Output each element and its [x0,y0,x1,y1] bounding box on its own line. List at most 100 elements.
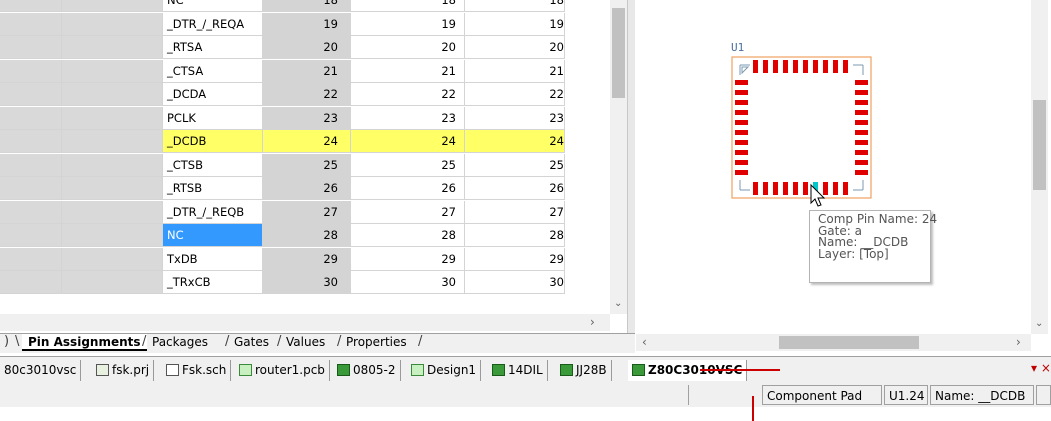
table-row[interactable]: _DCDB 24 24 24 [0,130,610,154]
pad-number-cell[interactable]: 28 [351,224,465,247]
pad-right[interactable] [855,80,868,85]
pad-number-cell[interactable]: 27 [351,200,465,224]
pin-name-cell[interactable]: NC [163,224,263,247]
pad-top[interactable] [793,60,798,73]
pin-value-cell[interactable]: 27 [465,200,565,224]
pin-number-cell[interactable]: 19 [263,12,351,36]
pad-number-cell[interactable]: 21 [351,59,465,83]
table-row[interactable]: _DTR_/_REQA 19 19 19 [0,12,610,37]
pad-right[interactable] [855,130,868,135]
pin-value-cell[interactable]: 22 [465,83,565,106]
pad-right[interactable] [855,150,868,155]
pad-number-cell[interactable]: 22 [351,83,465,106]
pin-name-cell[interactable]: _CTSA [163,59,263,83]
pin-number-cell[interactable]: 20 [263,36,351,59]
tab-gates[interactable]: Gates [228,334,275,351]
scroll-right-arrow-icon[interactable]: › [590,315,595,329]
pad-bottom[interactable] [843,182,848,195]
pcb-canvas[interactable]: U1 [636,0,1031,334]
pad-number-cell[interactable]: 20 [351,36,465,59]
pad-number-cell[interactable]: 26 [351,177,465,200]
pad-right[interactable] [855,160,868,165]
pin-name-cell[interactable]: _RTSB [163,177,263,200]
pin-name-cell[interactable]: _DCDB [163,130,263,153]
pin-value-cell[interactable]: 19 [465,12,565,36]
pad-top[interactable] [753,60,758,73]
pad-right[interactable] [855,170,868,175]
pad-left[interactable] [735,140,748,145]
table-row[interactable]: _DCDA 22 22 22 [0,83,610,107]
doc-tab-fsk-sch[interactable]: Fsk.sch [162,360,232,381]
pad-bottom[interactable] [783,182,788,195]
pad-left[interactable] [735,100,748,105]
table-row[interactable]: TxDB 29 29 29 [0,247,610,272]
pad-right[interactable] [855,140,868,145]
table-row[interactable]: _RTSA 20 20 20 [0,36,610,60]
pin-value-cell[interactable]: 28 [465,224,565,247]
pad-top[interactable] [823,60,828,73]
pad-left[interactable] [735,170,748,175]
pin-name-cell[interactable]: _TRxCB [163,271,263,294]
doc-tab-80c3010vsc[interactable]: 80c3010vsc [0,360,82,381]
pin-name-cell[interactable]: _DCDA [163,83,263,106]
pad-number-cell[interactable]: 25 [351,153,465,177]
pin-value-cell[interactable]: 29 [465,247,565,271]
tab-properties[interactable]: Properties [340,334,413,351]
pin-number-cell[interactable]: 30 [263,271,351,294]
pin-number-cell[interactable]: 24 [263,130,351,153]
doc-tab-router1-pcb[interactable]: router1.pcb [235,360,330,381]
pin-number-cell[interactable]: 29 [263,247,351,271]
pin-value-cell[interactable]: 20 [465,36,565,59]
pcb-vertical-scrollbar[interactable]: ⌄ [1031,0,1048,334]
tab-packages[interactable]: Packages [146,334,214,351]
pin-name-cell[interactable]: _DTR_/_REQA [163,12,263,36]
pad-top[interactable] [843,60,848,73]
pin-number-cell[interactable]: 26 [263,177,351,200]
pad-top[interactable] [763,60,768,73]
pad-bottom[interactable] [753,182,758,195]
pin-number-cell[interactable]: 18 [263,0,351,12]
pin-name-cell[interactable]: TxDB [163,247,263,271]
table-row[interactable]: _DTR_/_REQB 27 27 27 [0,200,610,225]
table-row[interactable]: _CTSA 21 21 21 [0,59,610,84]
pad-top[interactable] [803,60,808,73]
close-document-icon[interactable]: ▾ × [1031,361,1051,375]
table-row[interactable]: NC 28 28 28 [0,224,610,248]
doc-tab-jj28b[interactable]: JJ28B [556,360,612,381]
doc-tab-14dil[interactable]: 14DIL [488,360,548,381]
grid-vertical-scroll-thumb[interactable] [612,8,625,98]
component-pads[interactable] [735,60,868,195]
pin-value-cell[interactable]: 23 [465,106,565,130]
pad-bottom[interactable] [773,182,778,195]
doc-tab-design1[interactable]: Design1 [407,360,482,381]
tab-pin-assignments[interactable]: Pin Assignments [22,334,147,351]
pcb-horizontal-scroll-thumb[interactable] [779,336,919,349]
pad-bottom[interactable] [833,182,838,195]
pane-splitter[interactable] [627,0,635,336]
pad-bottom[interactable] [763,182,768,195]
table-row[interactable]: _CTSB 25 25 25 [0,153,610,178]
pad-top[interactable] [773,60,778,73]
pad-right[interactable] [855,100,868,105]
doc-tab-fsk-prj[interactable]: fsk.prj [92,360,155,381]
pad-left[interactable] [735,110,748,115]
pin-number-cell[interactable]: 25 [263,153,351,177]
pin-value-cell[interactable]: 24 [465,130,565,153]
pin-number-cell[interactable]: 22 [263,83,351,106]
scroll-left-arrow-icon[interactable]: ‹ [642,335,647,349]
pad-left[interactable] [735,160,748,165]
component-outline[interactable] [731,56,872,199]
pin-number-cell[interactable]: 21 [263,59,351,83]
pin-number-cell[interactable]: 23 [263,106,351,130]
pin-name-cell[interactable]: _RTSA [163,36,263,59]
pin-value-cell[interactable]: 18 [465,0,565,12]
table-row[interactable]: _TRxCB 30 30 30 [0,271,610,295]
pad-left[interactable] [735,150,748,155]
pin-value-cell[interactable]: 30 [465,271,565,294]
pcb-horizontal-scrollbar[interactable]: ‹ › [636,334,1031,351]
pin-name-cell[interactable]: PCLK [163,106,263,130]
pin-number-cell[interactable]: 28 [263,224,351,247]
pad-left[interactable] [735,90,748,95]
pcb-vertical-scroll-thumb[interactable] [1033,100,1046,190]
table-row[interactable]: PCLK 23 23 23 [0,106,610,131]
